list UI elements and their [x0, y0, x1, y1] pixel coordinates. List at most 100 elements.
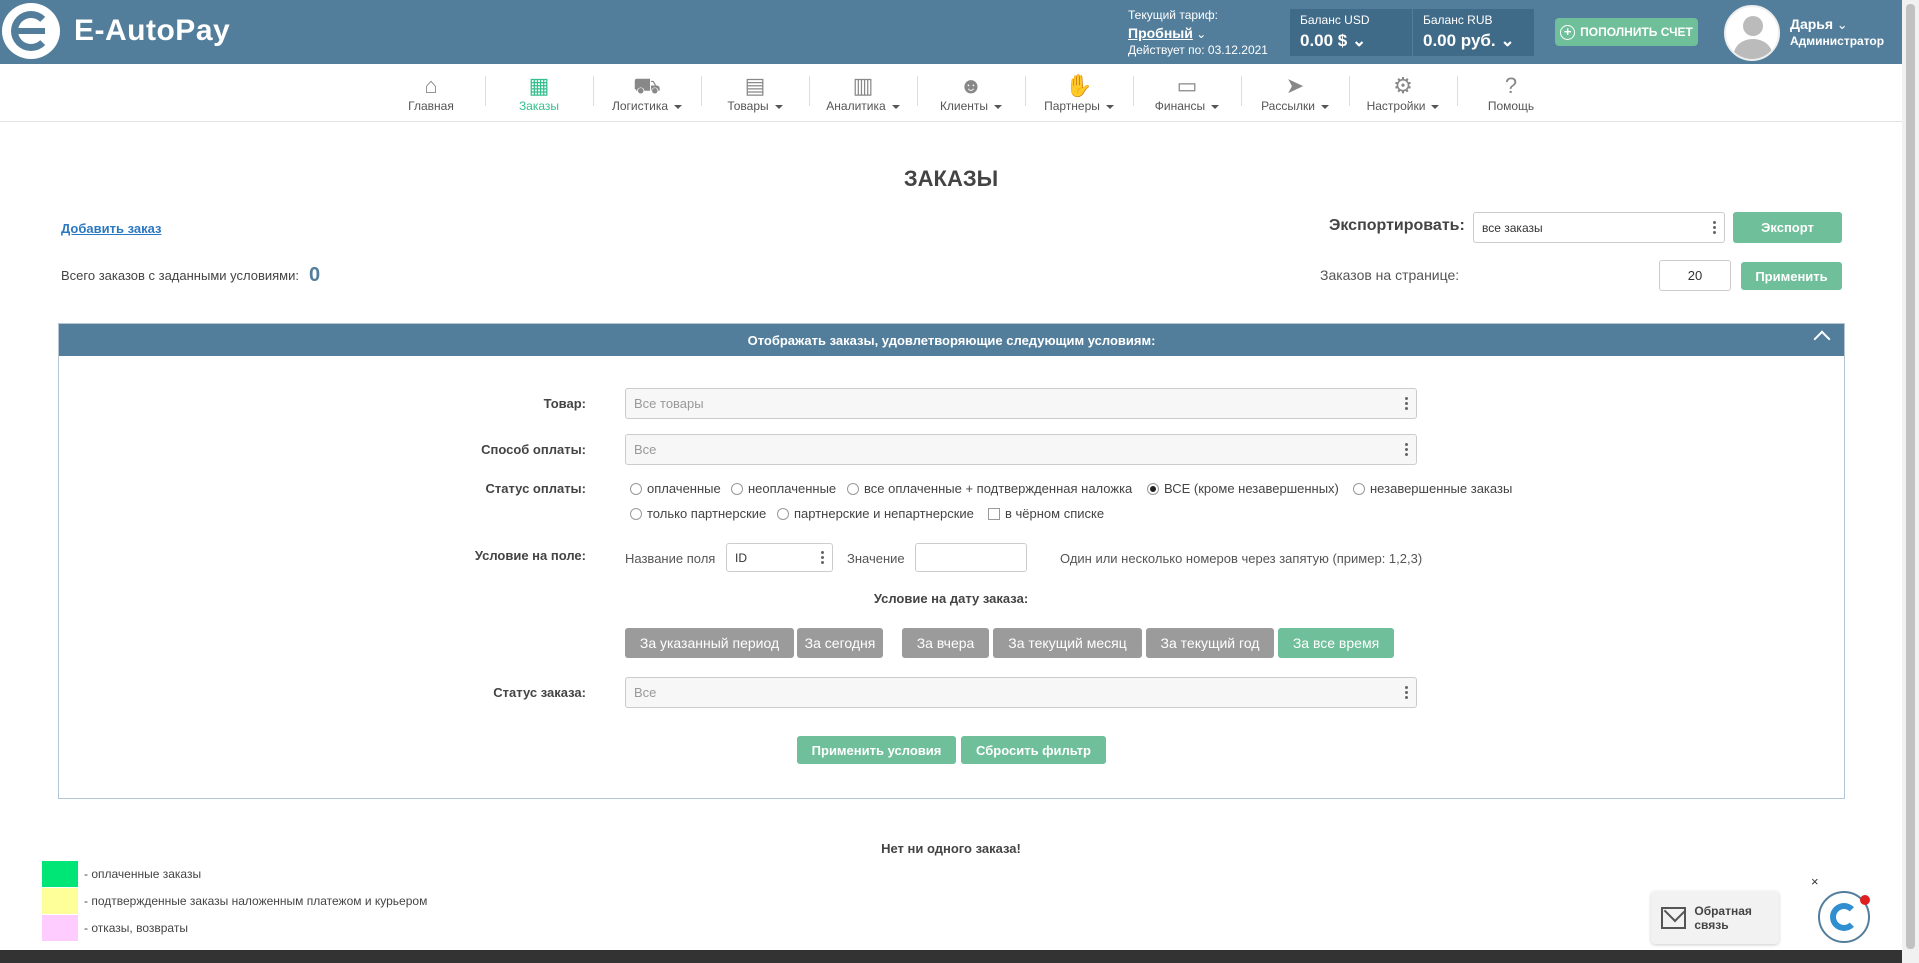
field-name-label: Название поля	[625, 551, 716, 566]
tariff-info: Текущий тариф: Пробный ⌄ Действует по: 0…	[1128, 7, 1268, 58]
total-orders-value: 0	[308, 264, 321, 286]
nav-item-orders[interactable]: ▦ Заказы	[485, 64, 593, 122]
chevron-down-icon: ⌄	[1836, 17, 1848, 32]
date-month-button[interactable]: За текущий месяц	[993, 628, 1142, 658]
export-select[interactable]: все заказы	[1473, 212, 1725, 243]
radio-partner-and-non-partner[interactable]: партнерские и непартнерские	[777, 506, 974, 521]
order-status-select[interactable]: Все	[625, 677, 1417, 708]
payment-status-label: Статус оплаты:	[485, 481, 586, 496]
per-page-input[interactable]: 20	[1659, 260, 1731, 291]
radio-button[interactable]	[847, 482, 859, 495]
legend-swatch-yellow	[42, 888, 78, 914]
logo-icon	[2, 3, 60, 59]
order-status-value: Все	[634, 685, 657, 700]
caret-down-icon	[891, 104, 900, 109]
chevron-up-icon[interactable]	[1813, 330, 1831, 348]
topup-button[interactable]: + ПОПОЛНИТЬ СЧЕТ	[1555, 18, 1698, 46]
chevron-down-icon: ⌄	[1500, 31, 1515, 50]
reset-filter-button[interactable]: Сбросить фильтр	[961, 736, 1106, 764]
field-value-input[interactable]	[915, 543, 1027, 572]
date-yesterday-button[interactable]: За вчера	[902, 628, 989, 658]
filter-header-title: Отображать заказы, удовлетворяющие следу…	[747, 332, 1156, 348]
apply-per-page-button[interactable]: Применить	[1741, 262, 1842, 290]
radio-incomplete[interactable]: незавершенные заказы	[1353, 481, 1512, 496]
nav-item-home[interactable]: ⌂ Главная	[377, 64, 485, 122]
main-nav: ⌂ Главная ▦ Заказы ⛟ Логистика ▤ Товары …	[0, 64, 1902, 122]
feedback-logo-button[interactable]	[1818, 891, 1870, 943]
radio-button[interactable]	[630, 507, 642, 520]
per-page-label: Заказов на странице:	[1320, 267, 1460, 283]
logo-text: E-AutoPay	[74, 14, 231, 47]
checkbox-label: в чёрном списке	[1005, 506, 1105, 521]
date-period-button[interactable]: За указанный период	[625, 628, 794, 658]
export-button[interactable]: Экспорт	[1733, 212, 1842, 243]
user-menu[interactable]: Дарья ⌄ Администратор	[1724, 5, 1884, 61]
tariff-label: Текущий тариф:	[1128, 8, 1218, 22]
add-order-link[interactable]: Добавить заказ	[61, 221, 161, 236]
top-header: E-AutoPay Текущий тариф: Пробный ⌄ Дейст…	[0, 0, 1902, 64]
apply-conditions-button[interactable]: Применить условия	[797, 736, 956, 764]
product-select[interactable]: Все товары	[625, 388, 1417, 419]
nav-item-finance[interactable]: ▭ Финансы	[1133, 64, 1241, 122]
legend-item: - подтвержденные заказы наложенным плате…	[42, 888, 427, 914]
avatar	[1724, 5, 1780, 61]
balance-rub[interactable]: Баланс RUB 0.00 руб. ⌄	[1413, 9, 1534, 56]
field-name-select[interactable]: ID	[726, 543, 833, 572]
radio-unpaid[interactable]: неоплаченные	[731, 481, 836, 496]
chevron-down-icon[interactable]: ⌄	[1196, 27, 1206, 41]
radio-button[interactable]	[630, 482, 642, 495]
nav-item-help[interactable]: ? Помощь	[1457, 64, 1565, 122]
truck-icon: ⛟	[633, 73, 661, 98]
date-today-button[interactable]: За сегодня	[797, 628, 883, 658]
legend-item: - отказы, возвраты	[42, 915, 188, 941]
logo[interactable]: E-AutoPay	[2, 3, 230, 59]
payment-method-select[interactable]: Все	[625, 434, 1417, 465]
users-icon: ☻	[959, 73, 983, 98]
radio-partner-only[interactable]: только партнерские	[630, 506, 766, 521]
nav-item-settings[interactable]: ⚙ Настройки	[1349, 64, 1457, 122]
paper-plane-icon: ➤	[1285, 73, 1305, 98]
nav-label: Настройки	[1366, 99, 1426, 113]
balance-usd-value: 0.00 $	[1300, 31, 1348, 50]
home-icon: ⌂	[424, 73, 438, 98]
nav-item-clients[interactable]: ☻ Клиенты	[917, 64, 1025, 122]
radio-label: только партнерские	[647, 506, 767, 521]
caret-down-icon	[994, 104, 1003, 109]
radio-button-selected[interactable]	[1147, 482, 1159, 495]
nav-item-analytics[interactable]: ▥ Аналитика	[809, 64, 917, 122]
kebab-icon	[1405, 686, 1408, 699]
radio-label: неоплаченные	[748, 481, 837, 496]
scrollbar-thumb[interactable]	[1906, 4, 1915, 949]
radio-button[interactable]	[1353, 482, 1365, 495]
legend-swatch-pink	[42, 915, 78, 941]
radio-paid[interactable]: оплаченные	[630, 481, 721, 496]
close-icon[interactable]: ×	[1811, 874, 1819, 889]
checkbox-blacklist[interactable]: в чёрном списке	[988, 506, 1104, 521]
date-year-button[interactable]: За текущий год	[1146, 628, 1274, 658]
nav-label: Логистика	[611, 99, 668, 113]
radio-button[interactable]	[731, 482, 743, 495]
radio-paid-plus-cod[interactable]: все оплаченные + подтвержденная наложка	[847, 481, 1132, 496]
handshake-icon: ✋	[1065, 73, 1093, 98]
user-role: Администратор	[1790, 34, 1885, 48]
nav-label: Партнеры	[1044, 99, 1100, 113]
checkbox[interactable]	[988, 507, 1000, 520]
product-select-value: Все товары	[634, 396, 704, 411]
export-select-value: все заказы	[1482, 220, 1543, 235]
filter-header[interactable]: Отображать заказы, удовлетворяющие следу…	[59, 324, 1844, 356]
radio-all-except-incomplete[interactable]: ВСЕ (кроме незавершенных)	[1147, 481, 1339, 496]
nav-item-products[interactable]: ▤ Товары	[701, 64, 809, 122]
notification-dot	[1860, 895, 1870, 905]
radio-button[interactable]	[777, 507, 789, 520]
tariff-plan-link[interactable]: Пробный	[1128, 25, 1193, 41]
legend-label: - подтвержденные заказы наложенным плате…	[84, 894, 428, 908]
empty-state: Нет ни одного заказа!	[881, 841, 1021, 856]
nav-item-logistics[interactable]: ⛟ Логистика	[593, 64, 701, 122]
feedback-widget[interactable]: Обратная связь	[1651, 891, 1779, 944]
date-all-time-button[interactable]: За все время	[1278, 628, 1394, 658]
balance-usd[interactable]: Баланс USD 0.00 $ ⌄	[1290, 9, 1412, 56]
nav-item-mailings[interactable]: ➤ Рассылки	[1241, 64, 1349, 122]
scrollbar[interactable]	[1902, 0, 1919, 963]
nav-label: Аналитика	[826, 99, 886, 113]
nav-item-partners[interactable]: ✋ Партнеры	[1025, 64, 1133, 122]
